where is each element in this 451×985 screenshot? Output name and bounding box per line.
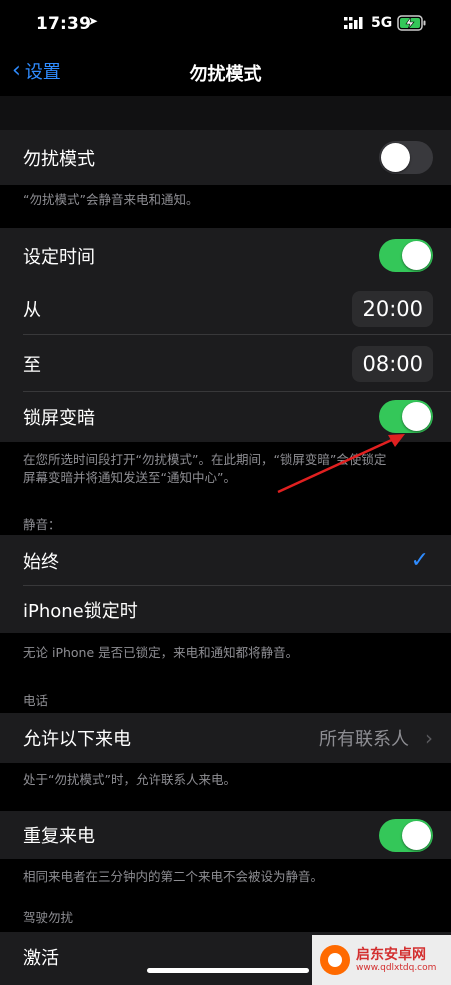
schedule-footer-line2: 屏幕变暗并将通知发送至“通知中心”。	[23, 470, 236, 485]
navigation-bar: ‹ 设置 勿扰模式	[0, 48, 451, 96]
schedule-row: 设定时间	[0, 228, 451, 283]
dnd-label: 勿扰模式	[23, 148, 95, 170]
schedule-footer: 在您所选时间段打开“勿扰模式”。在此期间，“锁屏变暗”会使锁定 屏幕变暗并将通知…	[0, 442, 451, 540]
to-time-picker[interactable]: 08:00	[352, 345, 433, 382]
from-row: 从 20:00	[0, 283, 451, 335]
dnd-toggle[interactable]	[379, 141, 433, 174]
repeat-footer-text: 相同来电者在三分钟内的第二个来电不会被设为静音。	[23, 869, 324, 884]
battery-charging-icon	[397, 15, 426, 31]
repeat-group: 重复来电	[0, 811, 451, 859]
driving-section-label: 驾驶勿扰	[23, 910, 74, 925]
phone-section-label: 电话	[23, 693, 49, 708]
silence-group: 始终 ✓ iPhone锁定时	[0, 535, 451, 633]
toggle-knob	[402, 821, 431, 850]
to-label: 至	[23, 354, 41, 376]
silence-footer-text: 无论 iPhone 是否已锁定，来电和通知都将静音。	[23, 645, 299, 660]
repeat-footer: 相同来电者在三分钟内的第二个来电不会被设为静音。 驾驶勿扰	[0, 859, 451, 932]
dim-label: 锁屏变暗	[23, 408, 95, 429]
network-type: 5G	[371, 15, 393, 31]
repeat-calls-toggle[interactable]	[379, 819, 433, 852]
home-indicator[interactable]	[147, 968, 309, 973]
dnd-row: 勿扰模式	[0, 130, 451, 185]
silence-section-label: 静音：	[23, 517, 61, 532]
from-label: 从	[23, 300, 41, 321]
page-title: 勿扰模式	[189, 64, 262, 85]
dnd-group: 勿扰模式	[0, 130, 451, 185]
activate-label: 激活	[23, 948, 59, 969]
watermark-logo-icon	[320, 945, 350, 975]
repeat-calls-row: 重复来电	[0, 811, 451, 859]
locked-label: iPhone锁定时	[23, 600, 138, 622]
watermark-text: 启东安卓网 www.qdlxtdq.com	[356, 947, 436, 973]
toggle-knob	[381, 143, 410, 172]
repeat-calls-label: 重复来电	[23, 826, 95, 847]
dnd-footer-text: “勿扰模式”会静音来电和通知。	[23, 192, 199, 207]
always-row[interactable]: 始终 ✓	[0, 535, 451, 586]
dnd-footer: “勿扰模式”会静音来电和通知。	[0, 185, 451, 230]
from-time-picker[interactable]: 20:00	[352, 291, 433, 327]
chevron-right-icon: ›	[425, 726, 433, 750]
allow-calls-label: 允许以下来电	[23, 729, 131, 750]
always-label: 始终	[23, 551, 59, 573]
toggle-knob	[402, 402, 431, 431]
section-gap	[0, 96, 451, 130]
status-bar: 17:39 ➤ 5G	[0, 0, 451, 48]
location-arrow-icon: ➤	[88, 14, 99, 28]
allow-calls-row[interactable]: 允许以下来电 所有联系人 ›	[0, 713, 451, 763]
dim-lock-screen-toggle[interactable]	[379, 400, 433, 433]
checkmark-icon: ✓	[410, 548, 429, 573]
watermark-name: 启东安卓网	[356, 947, 426, 963]
locked-row[interactable]: iPhone锁定时	[0, 586, 451, 633]
allow-calls-value: 所有联系人	[319, 729, 409, 750]
schedule-toggle[interactable]	[379, 239, 433, 272]
site-watermark: 启东安卓网 www.qdlxtdq.com	[312, 935, 451, 985]
toggle-knob	[402, 241, 431, 270]
schedule-footer-line1: 在您所选时间段打开“勿扰模式”。在此期间，“锁屏变暗”会使锁定	[23, 452, 387, 467]
silence-footer: 无论 iPhone 是否已锁定，来电和通知都将静音。 电话	[0, 633, 451, 713]
phone-group: 允许以下来电 所有联系人 ›	[0, 713, 451, 763]
signal-icon	[344, 17, 363, 29]
watermark-url: www.qdlxtdq.com	[356, 963, 437, 973]
dim-row: 锁屏变暗	[0, 392, 451, 442]
schedule-group: 设定时间 从 20:00 至 08:00 锁屏变暗	[0, 228, 451, 442]
phone-footer-text: 处于“勿扰模式”时，允许联系人来电。	[23, 772, 236, 787]
to-row: 至 08:00	[0, 335, 451, 392]
phone-footer: 处于“勿扰模式”时，允许联系人来电。	[0, 763, 451, 811]
schedule-label: 设定时间	[23, 246, 95, 268]
status-time: 17:39	[36, 14, 92, 34]
